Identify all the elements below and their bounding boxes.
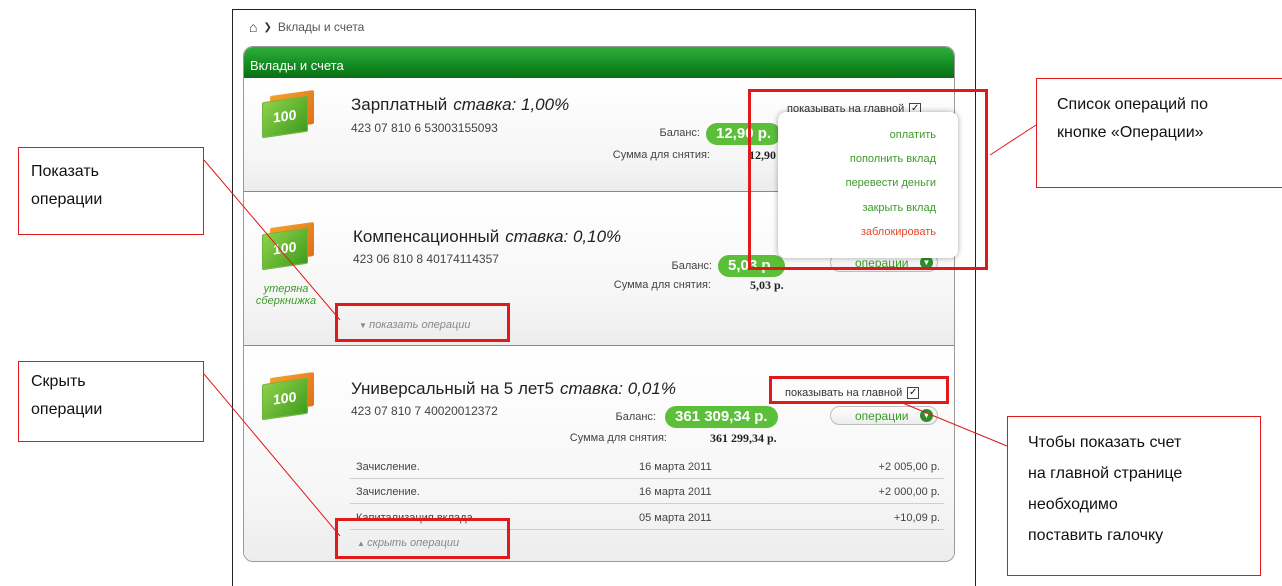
connector-line [203, 159, 341, 321]
connector-line [899, 401, 1008, 447]
connector-line [989, 124, 1037, 156]
connector-line [203, 373, 341, 537]
annotation-connectors [203, 124, 1037, 537]
